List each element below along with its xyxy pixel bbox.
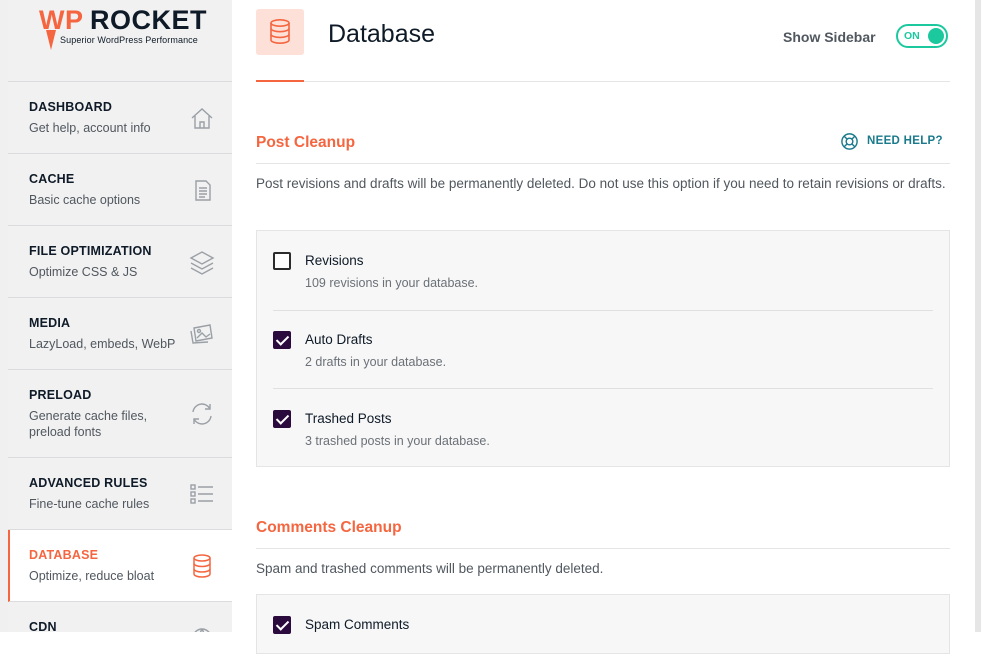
sidebar-item-subtitle: Fine-tune cache rules [29,497,150,511]
home-icon [191,108,213,129]
option-auto-drafts[interactable]: Auto Drafts 2 drafts in your database. [273,331,933,371]
need-help-label: NEED HELP? [867,135,943,147]
option-divider [273,388,933,389]
post-cleanup-options: Revisions 109 revisions in your database… [256,230,950,467]
toggle-knob [928,28,944,44]
list-icon [190,484,213,504]
sidebar-item-subtitle: Generate cache files, preload fonts [29,409,148,439]
option-detail: 3 trashed posts in your database. [305,434,490,448]
sidebar-item-title: CACHE [29,172,75,186]
wp-rocket-logo[interactable]: WP ROCKET Superior WordPress Performance [8,0,232,82]
sidebar-item-title: MEDIA [29,316,71,330]
revisions-checkbox[interactable] [273,252,291,270]
images-icon [190,324,213,344]
sidebar-item-database[interactable]: DATABASE Optimize, reduce bloat [8,530,232,602]
page-title: Database [328,20,436,48]
option-detail: 109 revisions in your database. [305,276,479,290]
sidebar-item-file-optimization[interactable]: FILE OPTIMIZATION Optimize CSS & JS [8,226,232,298]
sidebar: WP ROCKET Superior WordPress Performance… [8,0,232,632]
rocket-flame-icon [46,30,56,50]
sidebar-item-preload[interactable]: PRELOAD Generate cache files, preload fo… [8,370,232,458]
option-label: Revisions [305,253,364,268]
sidebar-item-subtitle: Optimize, reduce bloat [29,569,155,583]
sidebar-item-title: PRELOAD [29,388,92,402]
refresh-icon [192,403,212,425]
sidebar-item-subtitle: Get help, account info [29,121,151,135]
option-detail: 2 drafts in your database. [305,355,447,369]
sidebar-item-cdn[interactable]: CDN [8,602,232,632]
option-revisions[interactable]: Revisions 109 revisions in your database… [273,252,933,292]
section-divider [256,163,950,164]
show-sidebar-toggle[interactable]: ON [896,24,948,48]
sidebar-item-cache[interactable]: CACHE Basic cache options [8,154,232,226]
sidebar-item-title: CDN [29,620,57,632]
show-sidebar-label: Show Sidebar [783,29,876,45]
cdn-icon [194,628,210,632]
option-label: Auto Drafts [305,332,373,347]
need-help-link[interactable]: NEED HELP? [840,132,950,152]
option-label: Spam Comments [305,617,410,632]
sidebar-item-media[interactable]: MEDIA LazyLoad, embeds, WebP [8,298,232,370]
option-trashed-posts[interactable]: Trashed Posts 3 trashed posts in your da… [273,410,933,450]
comments-cleanup-options: Spam Comments [256,594,950,654]
main-content: Database Show Sidebar ON Post Cleanup NE… [232,0,975,654]
auto-drafts-checkbox[interactable] [273,331,291,349]
sidebar-item-subtitle: Optimize CSS & JS [29,265,138,279]
header-active-underline [256,80,304,82]
sidebar-item-subtitle: LazyLoad, embeds, WebP [29,337,176,351]
sidebar-item-title: FILE OPTIMIZATION [29,244,152,258]
sidebar-item-subtitle: Basic cache options [29,193,141,207]
post-cleanup-title: Post Cleanup [256,134,356,151]
section-divider [256,548,950,549]
admin-gutter [0,0,8,632]
toggle-state-text: ON [904,30,920,42]
layers-icon [189,251,215,275]
option-spam-comments[interactable]: Spam Comments [273,616,933,646]
option-divider [273,310,933,311]
header-divider [256,81,950,82]
database-icon [270,18,290,44]
sidebar-item-title: ADVANCED RULES [29,476,148,490]
trashed-posts-checkbox[interactable] [273,410,291,428]
sidebar-item-dashboard[interactable]: DASHBOARD Get help, account info [8,82,232,154]
comments-cleanup-title: Comments Cleanup [256,519,402,536]
spam-comments-checkbox[interactable] [273,616,291,634]
lifebuoy-icon [841,133,858,150]
post-cleanup-description: Post revisions and drafts will be perman… [256,176,946,191]
option-label: Trashed Posts [305,411,392,426]
sidebar-item-title: DASHBOARD [29,100,113,114]
comments-cleanup-description: Spam and trashed comments will be perman… [256,561,604,576]
sidebar-item-title: DATABASE [29,548,99,562]
scrollbar-track[interactable] [975,0,981,632]
header-icon-box [256,9,304,55]
logo-rocket-text: ROCKET [90,5,207,35]
document-icon [195,180,211,201]
database-icon [193,554,211,578]
logo-tagline: Superior WordPress Performance [60,35,198,45]
sidebar-item-advanced-rules[interactable]: ADVANCED RULES Fine-tune cache rules [8,458,232,530]
